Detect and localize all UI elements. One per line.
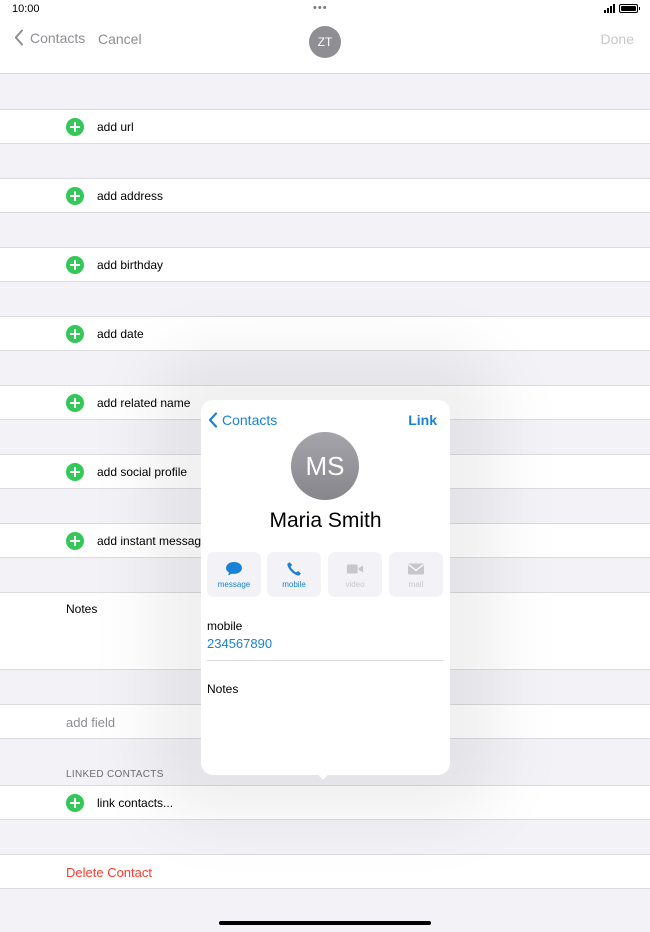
chevron-left-icon bbox=[208, 412, 218, 428]
add-date-label: add date bbox=[97, 327, 144, 341]
add-address-row[interactable]: add address bbox=[0, 178, 650, 213]
mobile-call-button[interactable]: mobile bbox=[267, 552, 321, 597]
status-time: 10:00 bbox=[12, 3, 40, 15]
add-icon bbox=[66, 256, 84, 274]
popover-back-button[interactable]: Contacts bbox=[208, 412, 277, 428]
message-action-label: message bbox=[217, 580, 251, 589]
notes-label: Notes bbox=[66, 602, 98, 616]
back-to-contacts-button[interactable]: Contacts bbox=[14, 29, 85, 46]
battery-icon bbox=[619, 4, 640, 13]
contact-name: Maria Smith bbox=[269, 509, 382, 532]
popover-avatar: MS bbox=[291, 432, 359, 500]
add-icon bbox=[66, 118, 84, 136]
nav-bar: Contacts Cancel ZT Done bbox=[0, 20, 650, 74]
add-url-row[interactable]: add url bbox=[0, 109, 650, 144]
linked-contacts-header: LINKED CONTACTS bbox=[66, 769, 164, 780]
add-field-label: add field bbox=[66, 715, 116, 730]
add-icon bbox=[66, 394, 84, 412]
message-action-button[interactable]: message bbox=[207, 552, 261, 597]
add-url-label: add url bbox=[97, 120, 134, 134]
message-bubble-icon bbox=[225, 561, 243, 577]
link-contacts-label: link contacts... bbox=[97, 796, 174, 810]
add-icon bbox=[66, 794, 84, 812]
home-indicator[interactable] bbox=[219, 921, 431, 925]
multitasking-dots[interactable]: ••• bbox=[313, 2, 328, 14]
popover-back-label: Contacts bbox=[222, 412, 278, 428]
add-birthday-label: add birthday bbox=[97, 258, 164, 272]
phone-icon bbox=[285, 561, 303, 577]
add-icon bbox=[66, 325, 84, 343]
mail-button: mail bbox=[389, 552, 443, 597]
back-label: Contacts bbox=[30, 29, 86, 46]
phone-number-link[interactable]: 234567890 bbox=[207, 636, 272, 651]
add-icon bbox=[66, 463, 84, 481]
add-date-row[interactable]: add date bbox=[0, 316, 650, 351]
delete-contact-row[interactable]: Delete Contact bbox=[0, 854, 650, 889]
popover-notes-label: Notes bbox=[207, 682, 239, 696]
done-button[interactable]: Done bbox=[601, 31, 634, 47]
add-birthday-row[interactable]: add birthday bbox=[0, 247, 650, 282]
phone-type-label: mobile bbox=[207, 619, 243, 633]
cancel-button[interactable]: Cancel bbox=[98, 31, 142, 47]
mail-action-label: mail bbox=[408, 580, 424, 589]
envelope-icon bbox=[407, 561, 425, 577]
add-address-label: add address bbox=[97, 189, 164, 203]
contact-avatar[interactable]: ZT bbox=[309, 26, 341, 58]
add-icon bbox=[66, 187, 84, 205]
link-button[interactable]: Link bbox=[408, 412, 437, 428]
add-icon bbox=[66, 532, 84, 550]
status-indicators bbox=[604, 4, 640, 13]
video-call-button: video bbox=[328, 552, 382, 597]
delete-contact-button[interactable]: Delete Contact bbox=[66, 865, 152, 880]
mobile-action-label: mobile bbox=[282, 580, 306, 589]
chevron-left-icon bbox=[14, 29, 23, 46]
divider bbox=[207, 660, 444, 661]
signal-icon bbox=[604, 4, 615, 13]
video-camera-icon bbox=[346, 561, 364, 577]
contact-picker-popover: Contacts Link MS Maria Smith message mob… bbox=[201, 400, 450, 775]
status-bar: 10:00 ••• bbox=[0, 0, 650, 20]
video-action-label: video bbox=[345, 580, 365, 589]
